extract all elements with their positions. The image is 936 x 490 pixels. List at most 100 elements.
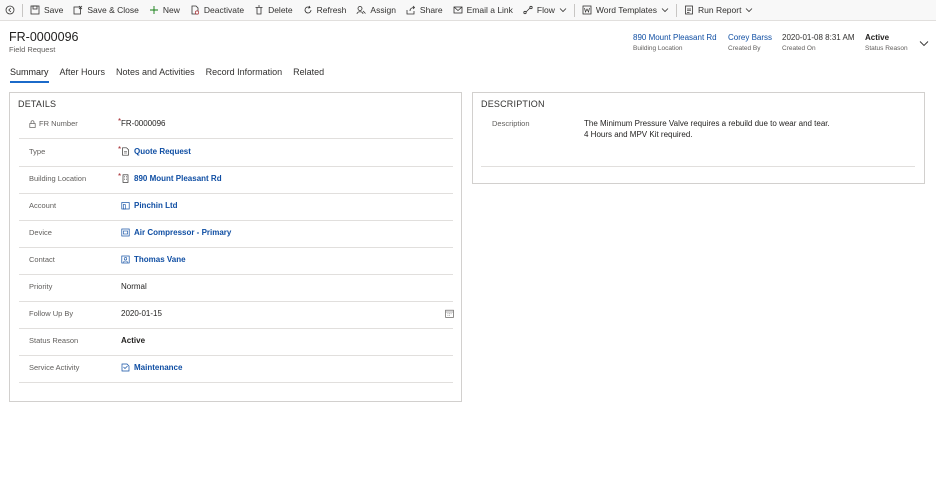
- run-report-button[interactable]: Run Report: [679, 0, 758, 20]
- follow-up-by-label: Follow Up By: [29, 309, 74, 318]
- assign-button[interactable]: Assign: [351, 0, 401, 20]
- email-icon: [453, 6, 463, 14]
- device-lookup-value[interactable]: Air Compressor - Primary: [121, 228, 231, 237]
- chevron-down-icon: [661, 8, 669, 13]
- back-button[interactable]: [0, 0, 20, 20]
- follow-up-by-date-input[interactable]: 2020-01-15: [121, 309, 162, 318]
- field-contact: Contact Thomas Vane: [19, 247, 453, 275]
- field-fr-number: FR Number * FR-0000096: [19, 111, 453, 139]
- tab-notes-activities[interactable]: Notes and Activities: [116, 67, 195, 83]
- tab-after-hours[interactable]: After Hours: [60, 67, 106, 83]
- field-account: Account Pinchin Ltd: [19, 193, 453, 221]
- account-lookup-value[interactable]: Pinchin Ltd: [121, 201, 178, 210]
- run-report-label: Run Report: [697, 5, 742, 15]
- plus-icon: [149, 6, 158, 14]
- save-close-icon: [73, 5, 83, 15]
- header-status-reason-value: Active: [865, 33, 890, 42]
- word-templates-button[interactable]: Word Templates: [577, 0, 674, 20]
- record-entity-name: Field Request: [9, 45, 56, 54]
- header-status-reason: Active Status Reason: [865, 33, 908, 52]
- description-text[interactable]: The Minimum Pressure Valve requires a re…: [584, 118, 830, 140]
- email-link-label: Email a Link: [466, 5, 513, 15]
- details-section-title: DETAILS: [18, 99, 57, 109]
- tab-record-information[interactable]: Record Information: [206, 67, 283, 83]
- field-follow-up-by: Follow Up By 2020-01-15: [19, 301, 454, 329]
- save-button[interactable]: Save: [25, 0, 68, 20]
- type-lookup-value[interactable]: Quote Request: [121, 147, 191, 156]
- header-created-by: Corey Barss Created By: [728, 33, 772, 52]
- header-building-location-value[interactable]: 890 Mount Pleasant Rd: [633, 33, 717, 42]
- report-icon: [685, 5, 693, 15]
- assign-icon: [357, 6, 367, 15]
- flow-button[interactable]: Flow: [518, 0, 572, 20]
- deactivate-button[interactable]: Deactivate: [185, 0, 249, 20]
- refresh-button[interactable]: Refresh: [298, 0, 352, 20]
- header-created-by-value[interactable]: Corey Barss: [728, 33, 772, 42]
- back-icon: [5, 5, 15, 15]
- header-created-by-label: Created By: [728, 45, 761, 52]
- field-service-activity: Service Activity Maintenance: [19, 355, 453, 383]
- form-tabs: Summary After Hours Notes and Activities…: [10, 67, 335, 83]
- chevron-down-icon: [746, 8, 753, 13]
- share-icon: [406, 5, 415, 15]
- priority-label: Priority: [29, 282, 53, 291]
- lock-icon: [29, 119, 36, 128]
- deactivate-icon: [191, 5, 199, 15]
- service-activity-icon: [121, 363, 130, 372]
- share-label: Share: [419, 5, 443, 15]
- account-label: Account: [29, 201, 57, 210]
- field-building-location: Building Location * 890 Mount Pleasant R…: [19, 166, 453, 194]
- chevron-down-icon: [559, 8, 567, 13]
- device-label: Device: [29, 228, 52, 237]
- header-expand-chevron-icon[interactable]: [919, 40, 929, 47]
- email-link-button[interactable]: Email a Link: [448, 0, 518, 20]
- header-created-on-value: 2020-01-08 8:31 AM: [782, 33, 855, 42]
- deactivate-label: Deactivate: [203, 5, 245, 15]
- description-label: Description: [492, 119, 530, 128]
- delete-button[interactable]: Delete: [249, 0, 298, 20]
- word-templates-label: Word Templates: [595, 5, 657, 15]
- priority-value[interactable]: Normal: [121, 282, 147, 291]
- header-created-on-label: Created On: [782, 45, 816, 52]
- save-close-label: Save & Close: [87, 5, 139, 15]
- refresh-label: Refresh: [316, 5, 347, 15]
- contact-icon: [121, 255, 130, 264]
- delete-label: Delete: [268, 5, 293, 15]
- record-title: FR-0000096: [9, 30, 79, 44]
- details-section: DETAILS FR Number * FR-0000096 Type * Qu…: [9, 92, 462, 402]
- building-location-lookup-value[interactable]: 890 Mount Pleasant Rd: [121, 174, 222, 183]
- share-button[interactable]: Share: [401, 0, 448, 20]
- service-activity-lookup-value[interactable]: Maintenance: [121, 363, 182, 372]
- save-label: Save: [44, 5, 64, 15]
- calendar-icon[interactable]: [445, 309, 454, 318]
- building-location-label: Building Location: [29, 174, 87, 183]
- status-reason-value[interactable]: Active: [121, 336, 145, 345]
- tab-related[interactable]: Related: [293, 67, 324, 83]
- tab-summary[interactable]: Summary: [10, 67, 49, 83]
- toolbar-divider: [675, 3, 677, 17]
- field-status-reason: Status Reason Active: [19, 328, 453, 356]
- header-building-location-label: Building Location: [633, 45, 683, 52]
- toolbar-divider: [22, 3, 23, 17]
- field-priority: Priority Normal: [19, 274, 453, 302]
- description-section: DESCRIPTION Description The Minimum Pres…: [472, 92, 925, 184]
- contact-label: Contact: [29, 255, 55, 264]
- type-label: Type: [29, 147, 46, 156]
- save-close-button[interactable]: Save & Close: [68, 0, 144, 20]
- field-type: Type * Quote Request: [19, 139, 453, 167]
- new-button[interactable]: New: [144, 0, 185, 20]
- assign-label: Assign: [370, 5, 396, 15]
- new-label: New: [162, 5, 180, 15]
- account-icon: [121, 202, 130, 210]
- header-building-location: 890 Mount Pleasant Rd Building Location: [633, 33, 717, 52]
- description-divider: [481, 166, 915, 167]
- fr-number-label: FR Number: [29, 119, 78, 128]
- field-device: Device Air Compressor - Primary: [19, 220, 453, 248]
- description-section-title: DESCRIPTION: [481, 99, 545, 109]
- status-reason-label: Status Reason: [29, 336, 79, 345]
- contact-lookup-value[interactable]: Thomas Vane: [121, 255, 186, 264]
- header-status-reason-label: Status Reason: [865, 45, 908, 52]
- building-icon: [122, 174, 129, 183]
- trash-icon: [255, 5, 263, 15]
- flow-icon: [523, 5, 533, 15]
